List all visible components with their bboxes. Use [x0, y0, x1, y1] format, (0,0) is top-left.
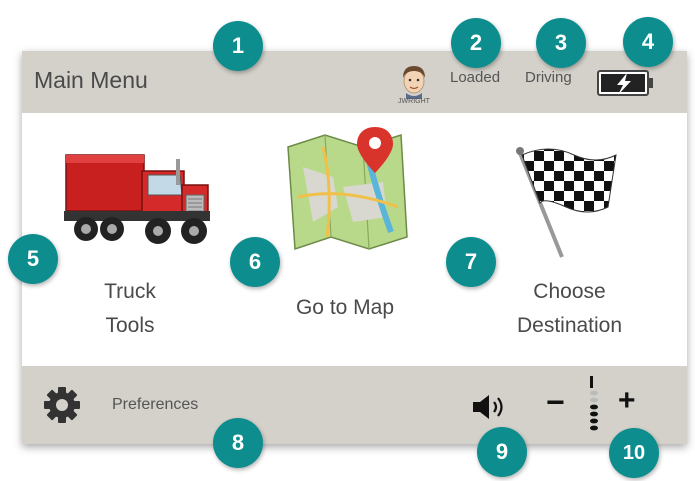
- truck-icon: [64, 154, 210, 244]
- preferences-label[interactable]: Preferences: [112, 396, 198, 414]
- truck-tools-button[interactable]: Truck Tools: [22, 113, 238, 366]
- driver-name: JWRIGHT: [398, 98, 430, 105]
- callout-8: 8: [213, 418, 263, 468]
- load-status[interactable]: Loaded: [450, 69, 500, 86]
- choose-destination-button[interactable]: Choose Destination: [452, 113, 687, 366]
- drive-status[interactable]: Driving: [525, 69, 572, 86]
- volume-up-button[interactable]: +: [618, 384, 636, 418]
- driver-face-icon: [403, 66, 425, 99]
- header-bar: Main Menu JWRIGHT Loaded Driving: [22, 51, 687, 113]
- volume-down-button[interactable]: −: [546, 384, 565, 421]
- callout-1: 1: [213, 21, 263, 71]
- callout-7: 7: [446, 237, 496, 287]
- truck-tools-label: Truck Tools: [22, 275, 238, 343]
- truck-tools-label-line2: Tools: [105, 314, 155, 337]
- device-screen: Main Menu JWRIGHT Loaded Driving Truck T…: [22, 51, 687, 444]
- callout-2: 2: [451, 18, 501, 68]
- gear-icon: [44, 387, 80, 423]
- callout-5: 5: [8, 234, 58, 284]
- speaker-icon[interactable]: [470, 392, 510, 422]
- callout-4: 4: [623, 17, 673, 67]
- map-icon: [287, 127, 408, 251]
- driver-avatar[interactable]: JWRIGHT: [391, 57, 437, 109]
- callout-10: 10: [609, 428, 659, 478]
- preferences-button[interactable]: [42, 385, 82, 425]
- truck-tools-label-line1: Truck: [104, 280, 156, 303]
- volume-level-indicator[interactable]: [584, 374, 604, 434]
- go-to-map-label: Go to Map: [295, 296, 395, 319]
- footer-bar: Preferences − +: [22, 366, 687, 444]
- choose-destination-label-line2: Destination: [516, 314, 623, 337]
- callout-9: 9: [477, 427, 527, 477]
- checkered-flag-icon: [516, 147, 617, 258]
- battery-charging-icon: [597, 70, 653, 96]
- callout-3: 3: [536, 18, 586, 68]
- callout-6: 6: [230, 237, 280, 287]
- choose-destination-label: Choose Destination: [452, 275, 687, 343]
- page-title: Main Menu: [34, 67, 148, 93]
- go-to-map-button[interactable]: Go to Map: [238, 113, 452, 366]
